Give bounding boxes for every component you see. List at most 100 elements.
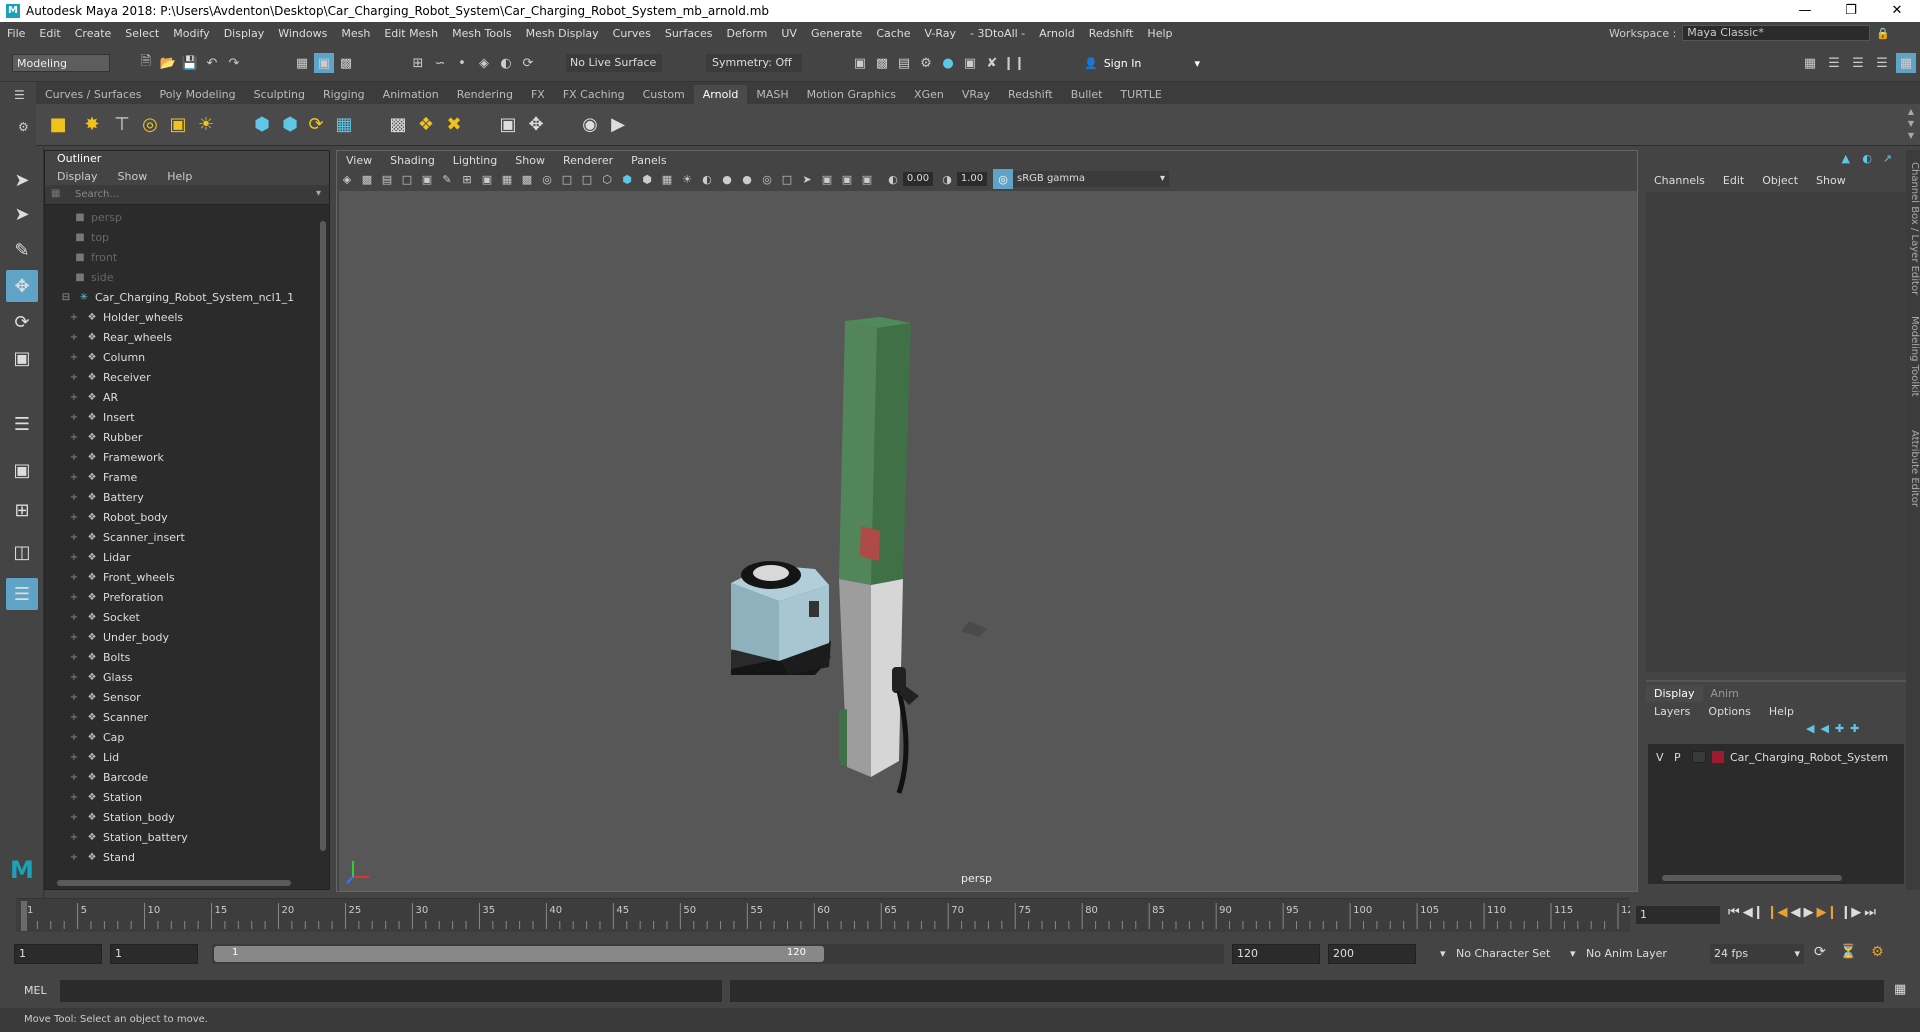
viewport-menu-renderer[interactable]: Renderer — [554, 154, 622, 167]
tab-rendering[interactable]: Rendering — [448, 85, 522, 104]
tab-turtle[interactable]: TURTLE — [1111, 85, 1170, 104]
bookmarks-icon[interactable]: ▤ — [377, 169, 397, 189]
outliner-item[interactable]: + ❖ Socket — [45, 607, 329, 627]
expand-icon[interactable]: + — [67, 412, 81, 423]
auto-key-icon[interactable]: ⏳ — [1840, 944, 1857, 960]
create-standin-icon[interactable]: ⬢ — [248, 110, 276, 138]
menu-edit[interactable]: Edit — [32, 27, 67, 40]
view-transform-dropdown[interactable]: sRGB gamma ▾ — [1013, 171, 1169, 187]
expand-icon[interactable]: + — [67, 852, 81, 863]
outliner-item[interactable]: + ❖ Station_body — [45, 807, 329, 827]
menu-uv[interactable]: UV — [774, 27, 804, 40]
expand-icon[interactable]: + — [67, 492, 81, 503]
perspective-viewport[interactable]: persp — [339, 191, 1637, 891]
time-slider[interactable]: 1 5 10 15 20 25 30 35 40 45 50 55 60 65 70 75 80 85 90 95 10… — [16, 898, 1640, 932]
film-gate-icon[interactable]: ▣ — [477, 169, 497, 189]
range-track[interactable]: 1 120 — [212, 944, 1224, 964]
safe-action-icon[interactable]: □ — [557, 169, 577, 189]
grease-pencil-icon[interactable]: ✎ — [437, 169, 457, 189]
flush-all-caches-icon[interactable]: ✖ — [440, 110, 468, 138]
resolution-gate-icon[interactable]: ▦ — [497, 169, 517, 189]
menu-deform[interactable]: Deform — [719, 27, 774, 40]
flush-background-cache-icon[interactable]: ❖ — [412, 110, 440, 138]
expand-icon[interactable]: + — [67, 672, 81, 683]
paint-select-tool-icon[interactable]: ✎ — [6, 234, 38, 266]
snap-curve-icon[interactable]: ∽ — [430, 53, 450, 73]
outliner-camera-item[interactable]: ■ side — [45, 267, 329, 287]
tab-bullet[interactable]: Bullet — [1062, 85, 1112, 104]
lasso-tool-icon[interactable]: ➤ — [6, 198, 38, 230]
outliner-item[interactable]: + ❖ Preforation — [45, 587, 329, 607]
select-hierarchy-icon[interactable]: ▦ — [292, 53, 312, 73]
grid-icon[interactable]: ⊞ — [457, 169, 477, 189]
tab-custom[interactable]: Custom — [634, 85, 694, 104]
move-tool-icon[interactable]: ✥ — [6, 270, 38, 302]
render-settings-icon[interactable]: ⚙ — [916, 53, 936, 73]
menu-curves[interactable]: Curves — [606, 27, 658, 40]
channel-box-menu-object[interactable]: Object — [1762, 174, 1798, 187]
menu-surfaces[interactable]: Surfaces — [658, 27, 720, 40]
step-forward-frame-icon[interactable]: ❙▶ — [1840, 905, 1861, 920]
playback-end-field[interactable]: 120 — [1232, 944, 1320, 964]
last-tool-icon[interactable]: ☰ — [6, 408, 38, 440]
outliner-item[interactable]: + ❖ AR — [45, 387, 329, 407]
menu-mesh[interactable]: Mesh — [334, 27, 377, 40]
outliner-item[interactable]: + ❖ Framework — [45, 447, 329, 467]
open-scene-icon[interactable]: 📂 — [158, 53, 178, 73]
expand-icon[interactable]: + — [67, 612, 81, 623]
outliner-item[interactable]: + ❖ Column — [45, 347, 329, 367]
expand-icon[interactable]: + — [67, 632, 81, 643]
select-camera-icon[interactable]: ◈ — [337, 169, 357, 189]
make-live-icon[interactable]: ⟳ — [518, 53, 538, 73]
undo-icon[interactable]: ↶ — [202, 53, 222, 73]
outliner-camera-item[interactable]: ■ front — [45, 247, 329, 267]
outliner-menu-help[interactable]: Help — [167, 170, 192, 183]
arnold-render-icon[interactable]: ▣ — [960, 53, 980, 73]
tab-fx-caching[interactable]: FX Caching — [554, 85, 634, 104]
menu-3dtoall[interactable]: - 3DtoAll - — [963, 27, 1032, 40]
workspace-dropdown[interactable]: Maya Classic* — [1682, 25, 1871, 41]
expand-icon[interactable]: + — [67, 692, 81, 703]
channel-box-menu-edit[interactable]: Edit — [1723, 174, 1744, 187]
collapse-icon[interactable]: ⊟ — [59, 292, 73, 303]
menu-redshift[interactable]: Redshift — [1082, 27, 1141, 40]
close-button[interactable]: ✕ — [1874, 0, 1920, 22]
expand-icon[interactable]: + — [67, 472, 81, 483]
use-all-lights-icon[interactable]: ☀ — [677, 169, 697, 189]
outliner-item[interactable]: + ❖ Holder_wheels — [45, 307, 329, 327]
outliner-item[interactable]: + ❖ Insert — [45, 407, 329, 427]
snap-projected-icon[interactable]: ◈ — [474, 53, 494, 73]
four-view-layout-icon[interactable]: ⊞ — [6, 494, 38, 526]
menu-edit-mesh[interactable]: Edit Mesh — [377, 27, 445, 40]
command-input[interactable] — [60, 980, 722, 1002]
layer-menu-layers[interactable]: Layers — [1654, 705, 1690, 718]
tab-motion-graphics[interactable]: Motion Graphics — [798, 85, 905, 104]
expand-icon[interactable]: + — [67, 752, 81, 763]
snap-grid-icon[interactable]: ⊞ — [408, 53, 428, 73]
viewport-menu-shading[interactable]: Shading — [381, 154, 444, 167]
symmetry-dropdown[interactable]: Symmetry: Off — [706, 54, 802, 72]
expand-icon[interactable]: + — [67, 572, 81, 583]
menu-cache[interactable]: Cache — [869, 27, 917, 40]
select-component-icon[interactable]: ▩ — [336, 53, 356, 73]
expand-icon[interactable]: + — [67, 312, 81, 323]
layer-color-swatch[interactable] — [1712, 751, 1724, 763]
snap-view-plane-icon[interactable]: ◐ — [496, 53, 516, 73]
outliner-item[interactable]: + ❖ Lidar — [45, 547, 329, 567]
wireframe-icon[interactable]: ⬡ — [597, 169, 617, 189]
tool-settings-icon[interactable]: ☰ — [1848, 53, 1868, 73]
tab-rigging[interactable]: Rigging — [314, 85, 374, 104]
tab-attribute-editor[interactable]: Attribute Editor — [1906, 430, 1920, 507]
chevron-down-icon[interactable]: ▾ — [316, 188, 321, 199]
outliner-item[interactable]: + ❖ Battery — [45, 487, 329, 507]
new-empty-layer-icon[interactable]: ✚ — [1835, 722, 1844, 735]
menu-modify[interactable]: Modify — [166, 27, 216, 40]
expand-icon[interactable]: + — [67, 372, 81, 383]
safe-title-icon[interactable]: □ — [577, 169, 597, 189]
menu-generate[interactable]: Generate — [804, 27, 869, 40]
export-standin-icon[interactable]: ⬢ — [276, 110, 304, 138]
menu-select[interactable]: Select — [118, 27, 166, 40]
outliner-item[interactable]: + ❖ Stand — [45, 847, 329, 867]
expand-icon[interactable]: + — [67, 332, 81, 343]
light-manager-icon[interactable]: ✥ — [522, 110, 550, 138]
